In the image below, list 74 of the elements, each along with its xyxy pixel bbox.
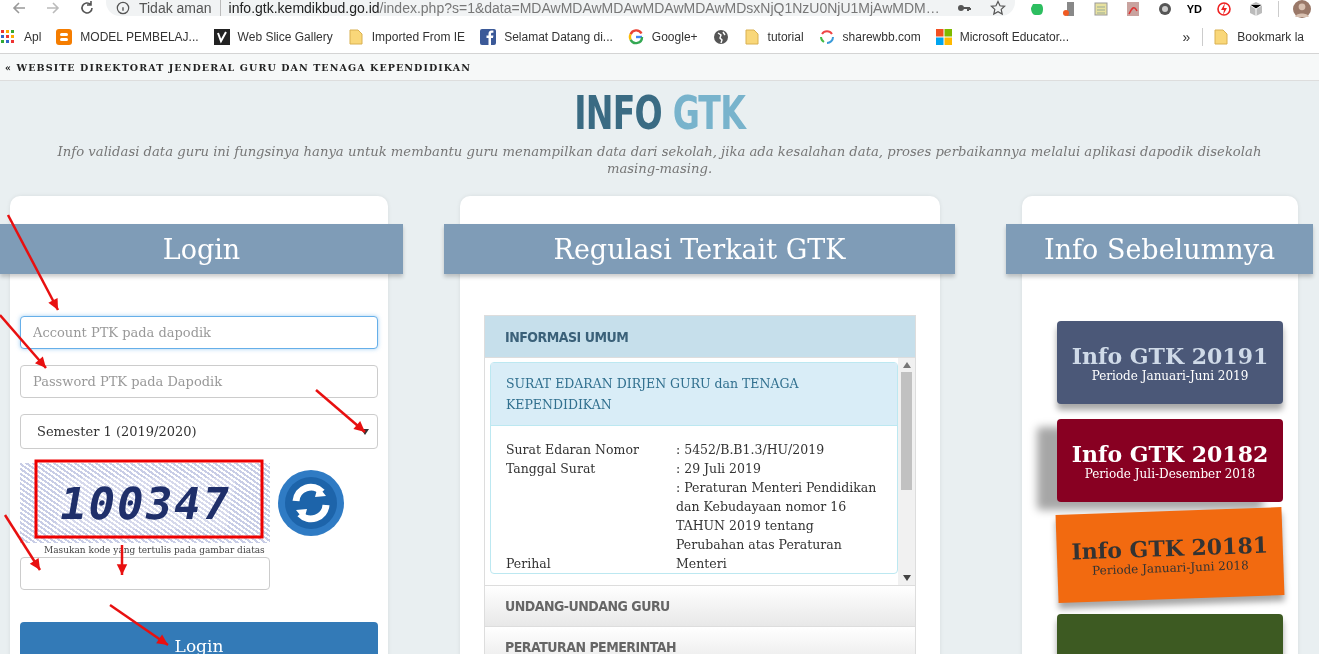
field-value: : 29 Juli 2019	[676, 460, 762, 478]
blog-icon	[56, 28, 73, 45]
bookmark[interactable]: MODEL PEMBELAJ...	[56, 28, 208, 45]
annotation-arrow	[315, 389, 366, 433]
swirl-icon	[818, 28, 835, 45]
bookmark[interactable]: tutorial	[743, 28, 813, 45]
scroll-down-icon[interactable]	[902, 575, 911, 581]
scroll-up-icon[interactable]	[902, 362, 911, 368]
bookmark-label: Apl	[24, 29, 42, 44]
bookmark[interactable]: sharewbb.com	[818, 28, 930, 45]
bookmark-label: MODEL PEMBELAJ...	[80, 29, 199, 44]
accordion-header[interactable]: INFORMASI UMUM	[485, 316, 915, 358]
notice-heading: SURAT EDARAN DIRJEN GURU dan TENAGA KEPENDIDIKAN	[491, 363, 897, 426]
info-icon[interactable]	[115, 1, 130, 15]
refresh-icon[interactable]	[276, 468, 346, 538]
globe-icon	[712, 28, 729, 45]
field-value: : 5452/B.B1.3/HU/2019	[676, 441, 826, 459]
windows-icon	[935, 28, 952, 45]
bookmark-label: Selamat Datang di...	[504, 29, 613, 44]
bookmark-label: Google+	[651, 29, 698, 44]
slice-icon	[213, 28, 230, 45]
card-title: Info Sebelumnya	[1044, 233, 1275, 265]
folder-icon	[743, 28, 760, 45]
bookmark-label: sharewbb.com	[842, 29, 921, 44]
archive-button[interactable]: Info GTK 20191 Periode Januari-Juni 2019	[1057, 321, 1283, 404]
facebook-icon	[480, 28, 497, 45]
avatar-icon[interactable]	[1293, 0, 1311, 18]
field-label: Tanggal Surat	[506, 460, 597, 478]
bookmark-label: Bookmark la	[1237, 29, 1304, 44]
annotation-arrow	[109, 603, 169, 647]
bookmark-label: Web Slice Gallery	[237, 29, 333, 44]
security-label: Tidak aman	[138, 0, 212, 16]
star-icon[interactable]	[989, 0, 1006, 16]
folder-icon	[1213, 28, 1230, 45]
scrollbar[interactable]	[898, 358, 915, 585]
more-bookmarks-button[interactable]: »	[1182, 28, 1191, 45]
card-title: Login	[162, 233, 241, 265]
apps-grid-icon	[0, 28, 16, 45]
password-field[interactable]: Password PTK pada Dapodik	[20, 365, 378, 398]
semester-dropdown[interactable]: Semester 1 (2019/2020)	[20, 414, 378, 449]
bookmark[interactable]: Microsoft Educator...	[935, 28, 1079, 45]
bookmark[interactable]: Bookmark la	[1213, 28, 1313, 45]
bookmark-label: tutorial	[767, 29, 804, 44]
bookmark-label: Imported From IE	[371, 29, 466, 44]
lightning-icon[interactable]	[1216, 1, 1232, 17]
captcha-image: 100347	[20, 463, 270, 543]
back-icon[interactable]	[11, 0, 27, 16]
bookmark[interactable]: Imported From IE	[347, 28, 475, 45]
bookmark-label: Microsoft Educator...	[959, 29, 1070, 44]
cube-icon[interactable]	[1248, 1, 1264, 17]
bookmark[interactable]: Web Slice Gallery	[213, 28, 342, 45]
reload-icon[interactable]	[78, 0, 95, 16]
google-icon	[627, 28, 644, 45]
archive-button[interactable]: Info GTK 20182 Periode Juli-Desember 2018	[1057, 419, 1283, 502]
tagline: Info validasi data guru ini fungsinya hanya untuk membantu guru menampilkan data dari sekolah, jika ada kesalahan data, proses perbaikannya melalui aplikasi dapodik disekolah masing-masing.	[56, 143, 1263, 177]
back-link[interactable]: « WEBSITE DIREKTORAT JENDERAL GURU DAN TENAGA KEPENDIDIKAN	[5, 61, 472, 73]
field-label: Surat Edaran Nomor	[506, 441, 640, 459]
folder-icon	[347, 28, 364, 45]
disc-icon[interactable]	[1156, 1, 1173, 17]
address-bar[interactable]: Tidak aman info.gtk.kemdikbud.go.id/index.php?s=1&data=MDAwMDAwMDAwMDAwMDAwMDsxNjQ1NzU0NjU1MjAwMDM…	[105, 0, 1015, 16]
url-text: info.gtk.kemdikbud.go.id/index.php?s=1&data=MDAwMDAwMDAwMDAwMDAwMDsxNjQ1NzU0NjU1MjAwMDM…	[228, 0, 941, 16]
bookmark[interactable]: Selamat Datang di...	[480, 28, 622, 45]
bookmark[interactable]: Apl	[0, 28, 51, 45]
document-icon[interactable]	[1060, 1, 1077, 17]
archive-button[interactable]: Info GTK 20181 Periode Januari-Juni 2018	[1055, 507, 1285, 603]
account-field[interactable]: Account PTK pada dapodik	[20, 316, 378, 349]
site-logo: INFO GTK	[574, 89, 745, 137]
extension-label[interactable]: YD	[1186, 3, 1202, 15]
card-title: Regulasi Terkait GTK	[553, 233, 846, 265]
captcha-field[interactable]	[20, 557, 270, 590]
bookmark[interactable]: Google+	[627, 28, 707, 45]
field-label: Perihal	[506, 555, 552, 573]
annotation-arrow	[3, 514, 42, 571]
field-value: : Peraturan Menteri Pendidikan dan Kebudayaan nomor 16 TAHUN 2019 tentang Perubahan atas Peraturan Menteri	[676, 479, 878, 573]
